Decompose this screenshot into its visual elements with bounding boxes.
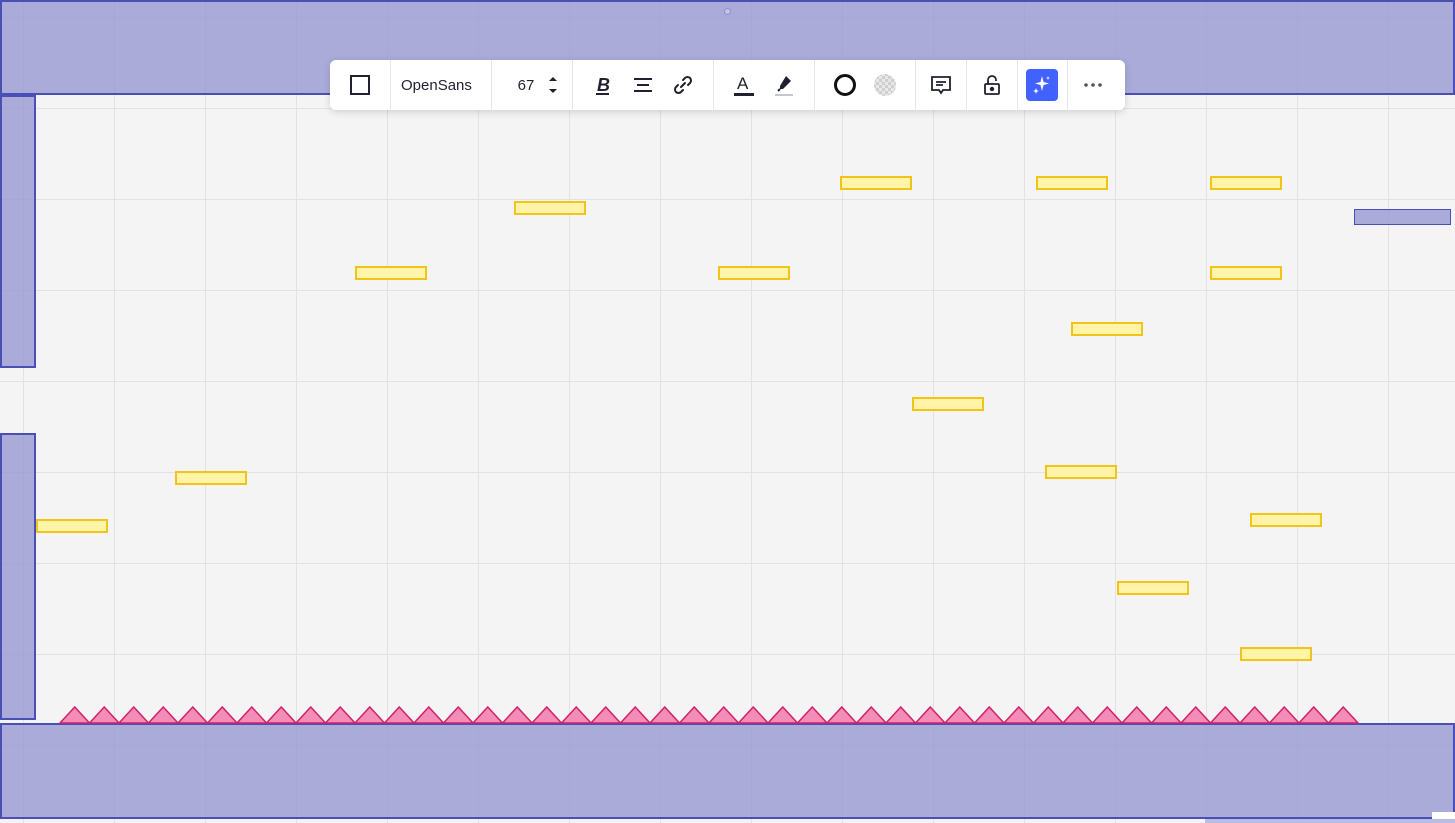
more-horizontal-icon[interactable] bbox=[1073, 65, 1113, 105]
platform[interactable] bbox=[1117, 581, 1189, 595]
selection-edge bbox=[1205, 819, 1455, 823]
platform[interactable] bbox=[1045, 465, 1117, 479]
unlock-icon[interactable] bbox=[972, 65, 1012, 105]
floor-block[interactable] bbox=[0, 723, 1455, 819]
right-ledge-block[interactable] bbox=[1354, 209, 1451, 225]
align-center-icon[interactable] bbox=[623, 65, 663, 105]
platform[interactable] bbox=[1071, 322, 1143, 336]
platform[interactable] bbox=[1250, 513, 1322, 527]
platform[interactable] bbox=[1036, 176, 1108, 190]
board-canvas[interactable] bbox=[0, 0, 1455, 823]
resize-handle[interactable] bbox=[724, 8, 731, 15]
font-family-dropdown[interactable]: OpenSans bbox=[391, 60, 491, 110]
platform[interactable] bbox=[718, 266, 790, 280]
sparkles-icon[interactable] bbox=[1026, 69, 1058, 101]
square-outline-icon[interactable] bbox=[340, 65, 380, 105]
comment-icon[interactable] bbox=[921, 65, 961, 105]
circle-border-icon[interactable] bbox=[825, 65, 865, 105]
chevron-down-icon[interactable] bbox=[548, 88, 558, 94]
font-family-label: OpenSans bbox=[401, 76, 472, 94]
link-icon[interactable] bbox=[663, 65, 703, 105]
highlighter-icon[interactable] bbox=[764, 65, 804, 105]
chevron-up-icon[interactable] bbox=[548, 76, 558, 82]
bold-icon[interactable]: B bbox=[583, 65, 623, 105]
left-wall-lower-block[interactable] bbox=[0, 433, 36, 720]
platform[interactable] bbox=[1210, 176, 1282, 190]
font-size-stepper[interactable] bbox=[548, 76, 558, 94]
platform[interactable] bbox=[1210, 266, 1282, 280]
platform[interactable] bbox=[175, 471, 247, 485]
font-size-control[interactable]: 67 bbox=[492, 60, 572, 110]
platform[interactable] bbox=[840, 176, 912, 190]
svg-text:A: A bbox=[737, 74, 749, 93]
left-wall-upper-block[interactable] bbox=[0, 95, 36, 368]
svg-text:B: B bbox=[597, 75, 610, 95]
context-toolbar: OpenSans 67 B A bbox=[330, 60, 1125, 110]
font-size-value[interactable]: 67 bbox=[506, 77, 546, 94]
platform[interactable] bbox=[912, 397, 984, 411]
transparent-fill-icon[interactable] bbox=[865, 65, 905, 105]
platform[interactable] bbox=[514, 201, 586, 215]
platform[interactable] bbox=[355, 266, 427, 280]
platform[interactable] bbox=[36, 519, 108, 533]
platform[interactable] bbox=[1240, 647, 1312, 661]
text-color-icon[interactable]: A bbox=[724, 65, 764, 105]
